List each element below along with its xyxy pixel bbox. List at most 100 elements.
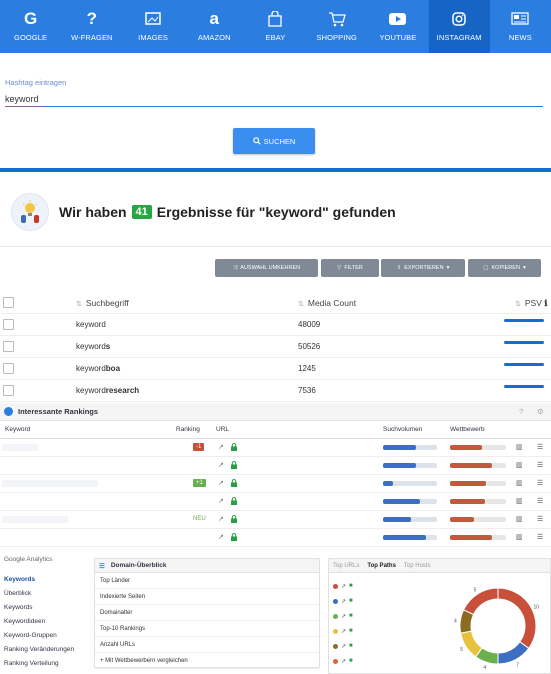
chart-icon[interactable]: ▥	[516, 443, 523, 451]
search-volume-bar	[383, 499, 437, 504]
table-row[interactable]: keywords 50526	[0, 336, 551, 358]
donut-segment[interactable]	[497, 641, 530, 665]
donut-segment[interactable]	[497, 587, 537, 650]
export-label: EXPORTIEREN	[404, 265, 444, 271]
help-icon[interactable]: ?	[519, 407, 523, 416]
psv-bar	[504, 363, 544, 366]
chart-icon[interactable]: ▥	[516, 461, 523, 469]
filter-button[interactable]: ▽ FILTER	[321, 259, 379, 277]
export-button[interactable]: ⇩ EXPORTIEREN ▾	[381, 259, 465, 277]
external-link-icon[interactable]: ↗	[341, 628, 346, 635]
sidebar-item[interactable]: Ranking Verteilung	[0, 657, 92, 671]
rankings-title: Interessante Rankings	[18, 407, 99, 416]
nav-instagram[interactable]: INSTAGRAM	[428, 0, 490, 53]
path-row[interactable]: ↗ ■	[333, 596, 353, 606]
path-row[interactable]: ↗ ■	[333, 641, 353, 651]
competition-bar	[450, 499, 506, 504]
nav-label: SHOPPING	[316, 33, 357, 42]
table-row[interactable]: keywordboa 1245	[0, 358, 551, 380]
donut-segment[interactable]	[460, 630, 483, 658]
row-checkbox[interactable]	[3, 385, 14, 396]
chart-icon[interactable]: ▥	[516, 515, 523, 523]
competition-bar	[450, 481, 506, 486]
nav-w-fragen[interactable]: ? W-FRAGEN	[61, 0, 122, 53]
sidebar-item[interactable]: Überblick	[0, 587, 92, 601]
ranking-row[interactable]: +1 ↗ ▥ ☰	[0, 475, 551, 493]
external-link-icon[interactable]: ↗	[218, 533, 224, 541]
ranking-row[interactable]: ↗ ▥ ☰	[0, 529, 551, 547]
list-icon[interactable]: ☰	[537, 443, 543, 451]
ranking-row[interactable]: ↗ ▥ ☰	[0, 493, 551, 511]
nav-google[interactable]: G GOOGLE	[0, 0, 61, 53]
domain-row[interactable]: Anzahl URLs	[95, 637, 319, 653]
external-link-icon[interactable]: ↗	[218, 497, 224, 505]
tab-top-urls[interactable]: Top URLs	[333, 563, 359, 569]
list-icon[interactable]: ☰	[537, 497, 543, 505]
gear-icon[interactable]: ⚙	[537, 407, 544, 416]
external-link-icon[interactable]: ↗	[341, 643, 346, 650]
domain-row[interactable]: + Mit Wettbewerbern vergleichen	[95, 653, 319, 669]
table-row[interactable]: keyword 48009	[0, 314, 551, 336]
sidebar-item[interactable]: Keywords	[0, 601, 92, 615]
list-icon[interactable]: ☰	[537, 479, 543, 487]
external-link-icon[interactable]: ↗	[341, 583, 346, 590]
psv-bar	[504, 385, 544, 388]
external-link-icon[interactable]: ↗	[218, 515, 224, 523]
tab-top-hosts[interactable]: Top Hosts	[404, 563, 431, 569]
chart-icon[interactable]: ▥	[516, 533, 523, 541]
external-link-icon[interactable]: ↗	[218, 443, 224, 451]
lock-icon: ■	[349, 583, 353, 589]
domain-row[interactable]: Indexierte Seiten	[95, 589, 319, 605]
chart-icon[interactable]: ▥	[516, 479, 523, 487]
media-count-cell: 1245	[298, 364, 316, 373]
external-link-icon[interactable]: ↗	[341, 598, 346, 605]
sidebar-item[interactable]: Keyword-Gruppen	[0, 629, 92, 643]
donut-segment[interactable]	[462, 587, 499, 616]
select-all-checkbox[interactable]	[3, 297, 14, 308]
row-checkbox[interactable]	[3, 319, 14, 330]
nav-news[interactable]: NEWS	[490, 0, 551, 53]
keyword-cell: keywordboa	[76, 364, 120, 373]
nav-shopping[interactable]: SHOPPING	[306, 0, 367, 53]
sidebar-item[interactable]: Ranking Veränderungen	[0, 643, 92, 657]
domain-row[interactable]: Top-10 Rankings	[95, 621, 319, 637]
nav-ebay[interactable]: EBAY	[245, 0, 306, 53]
column-header-keyword[interactable]: ⇅ Suchbegriff	[76, 298, 129, 308]
path-row[interactable]: ↗ ■	[333, 626, 353, 636]
sidebar-item[interactable]: Keywordideen	[0, 615, 92, 629]
domain-row[interactable]: Domainalter	[95, 605, 319, 621]
column-header-psv[interactable]: ⇅ PSV ℹ	[515, 298, 548, 309]
sidebar-item[interactable]: Keywords	[0, 573, 92, 587]
external-link-icon[interactable]: ↗	[218, 479, 224, 487]
chart-icon[interactable]: ▥	[516, 497, 523, 505]
invert-selection-button[interactable]: ⤨ AUSWAHL UMKEHREN	[215, 259, 318, 277]
tab-top-paths[interactable]: Top Paths	[367, 563, 396, 569]
list-icon[interactable]: ☰	[537, 533, 543, 541]
domain-row[interactable]: Top Länder	[95, 573, 319, 589]
path-row[interactable]: ↗ ■	[333, 656, 353, 666]
list-icon[interactable]: ☰	[537, 461, 543, 469]
nav-amazon[interactable]: a AMAZON	[184, 0, 245, 53]
ranking-row[interactable]: ↗ ▥ ☰	[0, 457, 551, 475]
redacted-keyword	[2, 444, 38, 451]
nav-youtube[interactable]: YOUTUBE	[367, 0, 428, 53]
instagram-icon	[452, 10, 466, 27]
column-header-media-count[interactable]: ⇅ Media Count	[298, 298, 356, 308]
ranking-row[interactable]: -1 ↗ ▥ ☰	[0, 439, 551, 457]
external-link-icon[interactable]: ↗	[341, 658, 346, 665]
row-checkbox[interactable]	[3, 341, 14, 352]
search-button[interactable]: SUCHEN	[233, 128, 315, 154]
nav-images[interactable]: IMAGES	[122, 0, 183, 53]
hashtag-input[interactable]	[5, 91, 543, 107]
copy-button[interactable]: ▢ KOPIEREN ▾	[468, 259, 541, 277]
youtube-icon	[389, 10, 407, 27]
path-row[interactable]: ↗ ■	[333, 581, 353, 591]
path-row[interactable]: ↗ ■	[333, 611, 353, 621]
row-checkbox[interactable]	[3, 363, 14, 374]
sidebar-title: Google Analytics	[4, 556, 53, 563]
list-icon[interactable]: ☰	[537, 515, 543, 523]
external-link-icon[interactable]: ↗	[218, 461, 224, 469]
external-link-icon[interactable]: ↗	[341, 613, 346, 620]
table-row[interactable]: keywordresearch 7536	[0, 380, 551, 402]
ranking-row[interactable]: NEU ↗ ▥ ☰	[0, 511, 551, 529]
